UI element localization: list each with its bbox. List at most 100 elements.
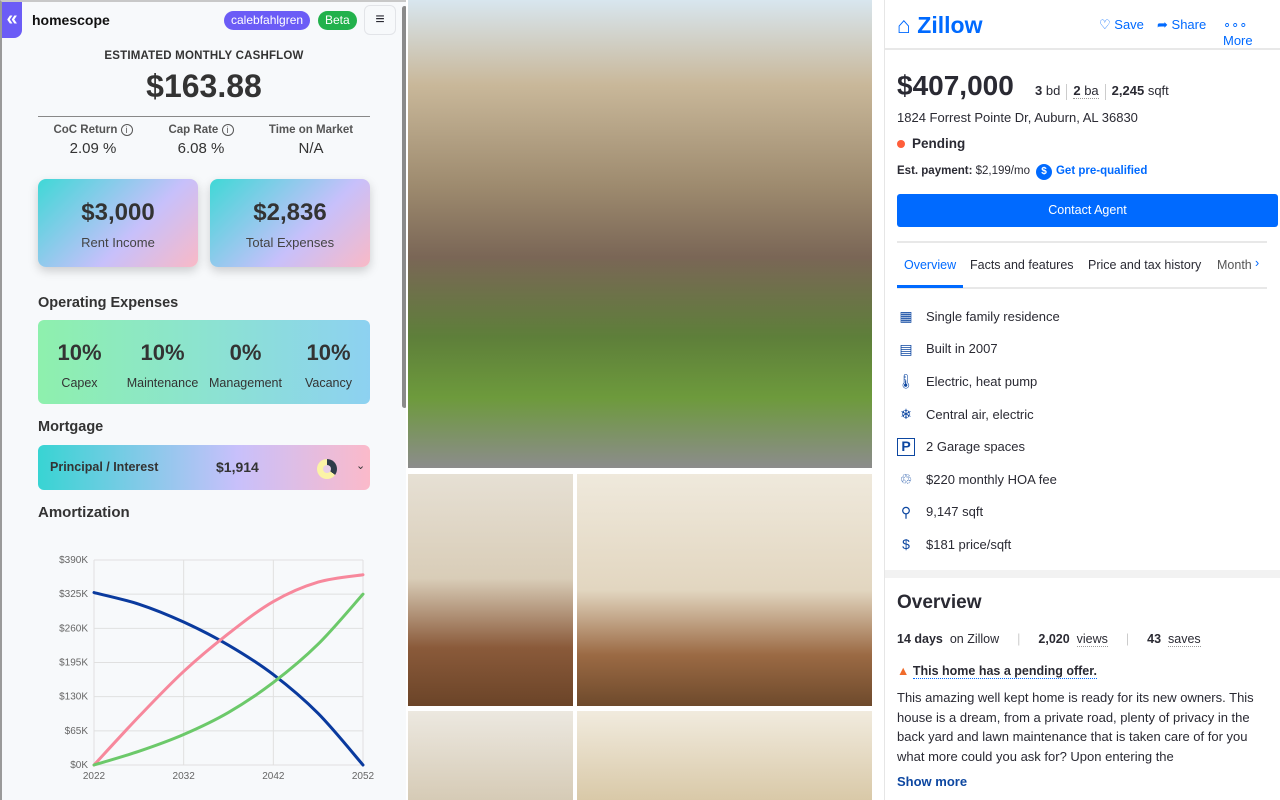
fact-text: $181 price/sqft bbox=[926, 536, 1012, 552]
homescope-panel: « homescope calebfahlgren Beta ≡ ESTIMAT… bbox=[0, 0, 407, 800]
opex-value: 10% bbox=[57, 340, 102, 365]
donut-chart-icon bbox=[317, 459, 337, 479]
saves-link[interactable]: saves bbox=[1168, 632, 1201, 647]
divider bbox=[885, 48, 1280, 50]
stat-coc-return: CoC Return i 2.09 % bbox=[38, 124, 148, 157]
tab-monthly[interactable]: Month bbox=[1217, 258, 1252, 272]
listing-address: 1824 Forrest Pointe Dr, Auburn, AL 36830 bbox=[897, 110, 1138, 125]
total-expenses-card[interactable]: $2,836 Total Expenses bbox=[210, 179, 370, 267]
amortization-title: Amortization bbox=[38, 504, 130, 521]
tab-overview[interactable]: Overview bbox=[904, 258, 956, 272]
views-link[interactable]: views bbox=[1076, 632, 1108, 647]
opex-value: 10% bbox=[140, 340, 185, 365]
rent-income-card[interactable]: $3,000 Rent Income bbox=[38, 179, 198, 267]
fact-text: 2 Garage spaces bbox=[926, 439, 1026, 455]
info-icon[interactable]: i bbox=[120, 124, 133, 136]
series-line-2 bbox=[92, 592, 365, 767]
building-icon: ▦ bbox=[899, 308, 913, 325]
fact-text: Central air, electric bbox=[926, 406, 1034, 422]
share-icon: ➦ bbox=[1157, 17, 1168, 32]
amortization-chart: $0K $65K $130K $195K $260K $325K $390K 2022 2032… bbox=[59, 555, 375, 782]
family-room-photo[interactable] bbox=[577, 474, 872, 706]
main-house-photo[interactable] bbox=[408, 0, 872, 468]
hoa-hands-icon: ♲ bbox=[899, 471, 913, 488]
stat-label: CoC Return bbox=[53, 124, 118, 137]
calendar-icon: ▤ bbox=[899, 340, 913, 357]
heart-icon: ♡ bbox=[1099, 17, 1111, 32]
x-tick-label: 2052 bbox=[352, 771, 375, 782]
y-tick-label: $325K bbox=[59, 589, 88, 600]
mortgage-value: $1,914 bbox=[216, 459, 259, 475]
beds-baths-sqft: 3 bd 2 ba 2,245 sqft bbox=[1035, 83, 1169, 100]
zillow-logo[interactable]: ⌂ Zillow bbox=[897, 12, 982, 39]
living-room-photo[interactable] bbox=[408, 474, 573, 706]
x-tick-label: 2032 bbox=[173, 771, 196, 782]
fact-item: ▦ Single family residence bbox=[897, 300, 1060, 333]
stat-value: 6.08 % bbox=[177, 140, 225, 158]
stat-value: N/A bbox=[298, 140, 324, 157]
facts-list: ▦ Single family residence ▤ Built in 2007 🌡 E… bbox=[897, 300, 1060, 561]
mortgage-label: Principal / Interest bbox=[50, 460, 159, 474]
chevron-right-icon[interactable]: › bbox=[1255, 256, 1259, 270]
info-icon[interactable]: i bbox=[221, 124, 234, 136]
mortgage-dropdown[interactable]: Principal / Interest $1,914 ⌄ bbox=[38, 445, 370, 490]
fact-text: Built in 2007 bbox=[926, 341, 998, 357]
status-dot-icon bbox=[897, 140, 905, 148]
opex-label: Vacancy bbox=[304, 376, 352, 390]
share-button[interactable]: ➦ Share bbox=[1157, 17, 1206, 33]
listing-price: $407,000 bbox=[897, 70, 1014, 101]
opex-panel[interactable]: 10% Capex 10% Maintenance 0% Management 10%… bbox=[38, 320, 370, 404]
overview-title: Overview bbox=[897, 592, 982, 613]
fact-item: ⚲ 9,147 sqft bbox=[897, 496, 1060, 529]
tab-facts-features[interactable]: Facts and features bbox=[970, 258, 1074, 272]
snowflake-icon: ❄ bbox=[900, 406, 912, 423]
more-button[interactable]: ∘∘∘ More bbox=[1223, 17, 1280, 48]
hamburger-icon: ≡ bbox=[375, 11, 385, 28]
fact-item: $ $181 price/sqft bbox=[897, 528, 1060, 561]
opex-label: Management bbox=[209, 376, 282, 390]
fact-item: ▤ Built in 2007 bbox=[897, 333, 1060, 366]
opex-capex[interactable]: 10% Capex bbox=[38, 320, 121, 404]
collapse-button[interactable]: « bbox=[2, 2, 22, 38]
stat-cap-rate: Cap Rate i 6.08 % bbox=[146, 124, 256, 157]
show-more-link[interactable]: Show more bbox=[897, 774, 967, 789]
pending-offer-notice[interactable]: ▲ This home has a pending offer. bbox=[897, 664, 1097, 679]
status-badge: Pending bbox=[897, 136, 965, 151]
contact-agent-button[interactable]: Contact Agent bbox=[897, 194, 1278, 227]
fact-text: Single family residence bbox=[926, 308, 1060, 324]
prequalified-link[interactable]: Get pre-qualified bbox=[1056, 165, 1147, 177]
opex-label: Capex bbox=[61, 376, 98, 390]
interior-photo[interactable] bbox=[408, 711, 573, 800]
zillow-listing: ⌂ Zillow ♡ Save ➦ Share ∘∘∘ More $407,00… bbox=[884, 0, 1280, 800]
opex-vacancy[interactable]: 10% Vacancy bbox=[287, 320, 370, 404]
fact-text: $220 monthly HOA fee bbox=[926, 471, 1057, 487]
photo-gallery bbox=[406, 0, 884, 800]
price-sqft-icon: $ bbox=[902, 536, 910, 553]
opex-management[interactable]: 0% Management bbox=[204, 320, 287, 404]
card-value: $3,000 bbox=[81, 199, 155, 226]
divider bbox=[38, 116, 370, 117]
dollar-icon: $ bbox=[1035, 164, 1052, 180]
menu-button[interactable]: ≡ bbox=[364, 5, 396, 35]
y-tick-label: $65K bbox=[65, 726, 89, 737]
y-tick-label: $390K bbox=[59, 555, 88, 566]
opex-value: 10% bbox=[306, 340, 351, 365]
interior-photo[interactable] bbox=[577, 711, 872, 800]
opex-title: Operating Expenses bbox=[38, 295, 179, 311]
save-button[interactable]: ♡ Save bbox=[1099, 17, 1144, 33]
opex-maintenance[interactable]: 10% Maintenance bbox=[121, 320, 204, 404]
tab-price-tax-history[interactable]: Price and tax history bbox=[1088, 258, 1201, 272]
user-badge[interactable]: calebfahlgren bbox=[224, 11, 311, 30]
fact-text: Electric, heat pump bbox=[926, 373, 1038, 389]
card-value: $2,836 bbox=[253, 199, 327, 226]
fact-item: ♲ $220 monthly HOA fee bbox=[897, 463, 1060, 496]
stat-label: Time on Market bbox=[268, 124, 354, 136]
stat-time-on-market: Time on Market N/A bbox=[256, 124, 366, 157]
stat-value: 2.09 % bbox=[69, 140, 117, 158]
est-payment: Est. payment: $2,199/mo $ Get pre-qualifie… bbox=[897, 164, 1147, 180]
x-tick-label: 2042 bbox=[262, 771, 285, 782]
lot-icon: ⚲ bbox=[900, 503, 912, 520]
active-tab-indicator bbox=[897, 285, 963, 288]
mortgage-title: Mortgage bbox=[38, 419, 104, 435]
cashflow-value: $163.88 bbox=[146, 68, 262, 104]
